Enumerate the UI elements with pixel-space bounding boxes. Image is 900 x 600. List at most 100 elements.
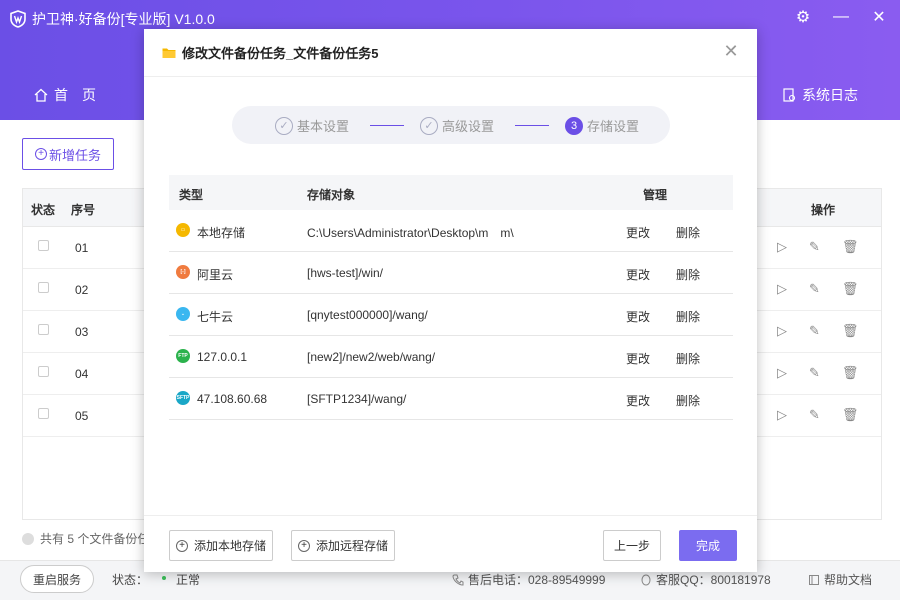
row-checkbox[interactable] xyxy=(38,324,49,335)
storage-row: ⌄ 七牛云 [qnytest000000]/wang/更改 删除 xyxy=(169,294,733,336)
row-ops: ▷ ✎ 🗑 xyxy=(777,407,858,423)
storage-type: 127.0.0.1 xyxy=(197,350,248,364)
edit-icon[interactable]: ✎ xyxy=(809,239,820,255)
plus-circle-icon: + xyxy=(297,539,310,552)
book-icon xyxy=(809,574,819,585)
trash-icon[interactable]: 🗑 xyxy=(842,239,859,255)
storage-type: 阿里云 xyxy=(197,268,234,282)
play-icon[interactable]: ▷ xyxy=(777,365,787,381)
dialog-title: 修改文件备份任务_文件备份任务5 xyxy=(182,46,379,61)
step-connector xyxy=(515,125,549,126)
edit-icon[interactable]: ✎ xyxy=(809,281,820,297)
dialog-header: 修改文件备份任务_文件备份任务5 ✕ xyxy=(144,29,757,77)
dialog-footer: + 添加本地存储 + 添加远程存储 上一步 完成 xyxy=(144,515,757,572)
row-index: 03 xyxy=(75,325,89,339)
col-ops: 操作 xyxy=(811,203,836,217)
row-ops: ▷ ✎ 🗑 xyxy=(777,281,858,297)
edit-icon[interactable]: ✎ xyxy=(809,323,820,339)
step-basic: ✓ 基本设置 xyxy=(275,116,349,135)
col-index: 序号 xyxy=(71,203,96,217)
nav-home-label: 首 页 xyxy=(54,87,96,103)
delete-storage-link[interactable]: 删除 xyxy=(676,392,700,409)
edit-icon[interactable]: ✎ xyxy=(809,365,820,381)
play-icon[interactable]: ▷ xyxy=(777,323,787,339)
row-checkbox[interactable] xyxy=(38,366,49,377)
trash-icon[interactable]: 🗑 xyxy=(842,281,859,297)
delete-storage-link[interactable]: 删除 xyxy=(676,224,700,241)
step-indicator: ✓ 基本设置 ✓ 高级设置 3 存储设置 xyxy=(232,106,670,144)
row-index: 01 xyxy=(75,241,89,255)
row-index: 02 xyxy=(75,283,89,297)
add-task-button[interactable]: + 新增任务 xyxy=(22,138,114,170)
restart-service-button[interactable]: 重启服务 xyxy=(20,565,94,593)
storage-target: [hws-test]/win/ xyxy=(307,266,384,280)
storage-target: C:\Users\Administrator\Desktop\m m\ xyxy=(307,226,514,240)
qiniu-icon: ⌄ xyxy=(176,307,190,321)
step-advanced: ✓ 高级设置 xyxy=(420,116,494,135)
storage-target: [qnytest000000]/wang/ xyxy=(307,308,428,322)
nav-logs-label: 系统日志 xyxy=(802,87,858,103)
window-controls: ⚙ — ✕ xyxy=(792,6,890,28)
support-qq: 客服QQ：800181978 xyxy=(640,571,771,588)
edit-storage-link[interactable]: 更改 xyxy=(626,350,650,367)
step-number-icon: 3 xyxy=(565,116,583,135)
storage-target: [new2]/new2/web/wang/ xyxy=(307,350,436,364)
storage-row: FTP 127.0.0.1 [new2]/new2/web/wang/更改 删除 xyxy=(169,336,733,378)
row-checkbox[interactable] xyxy=(38,282,49,293)
edit-storage-link[interactable]: 更改 xyxy=(626,266,650,283)
play-icon[interactable]: ▷ xyxy=(777,239,787,255)
prev-step-button[interactable]: 上一步 xyxy=(603,530,661,561)
close-window-icon[interactable]: ✕ xyxy=(868,6,890,28)
nav-home[interactable]: 首 页 xyxy=(34,85,96,105)
finish-button[interactable]: 完成 xyxy=(679,530,737,561)
sftp-icon: SFTP xyxy=(176,391,190,405)
storage-type: 本地存储 xyxy=(197,226,246,240)
title-bar: 护卫神·好备份[专业版] V1.0.0 xyxy=(10,9,215,29)
local-storage-icon: ▭ xyxy=(176,223,190,237)
delete-storage-link[interactable]: 删除 xyxy=(676,350,700,367)
plus-circle-icon: + xyxy=(34,148,47,160)
delete-storage-link[interactable]: 删除 xyxy=(676,308,700,325)
edit-icon[interactable]: ✎ xyxy=(809,407,820,423)
storage-table: 类型 存储对象 管理 ▭ 本地存储 C:\Users\Administrator\D… xyxy=(169,175,733,420)
play-icon[interactable]: ▷ xyxy=(777,407,787,423)
play-icon[interactable]: ▷ xyxy=(777,281,787,297)
app-title: 护卫神·好备份[专业版] V1.0.0 xyxy=(32,11,215,27)
edit-storage-link[interactable]: 更改 xyxy=(626,392,650,409)
trash-icon[interactable]: 🗑 xyxy=(842,365,859,381)
storage-row: ▭ 本地存储 C:\Users\Administrator\Desktop\m m\… xyxy=(169,210,733,252)
step-storage: 3 存储设置 xyxy=(565,116,639,135)
trash-icon[interactable]: 🗑 xyxy=(842,323,859,339)
step-connector xyxy=(370,125,404,126)
nav-logs[interactable]: 系统日志 xyxy=(782,85,858,105)
plus-circle-icon: + xyxy=(175,539,188,552)
col-manage: 管理 xyxy=(643,188,668,202)
dialog-close-icon[interactable]: ✕ xyxy=(723,42,739,60)
settings-icon[interactable]: ⚙ xyxy=(792,6,814,28)
row-ops: ▷ ✎ 🗑 xyxy=(777,323,858,339)
edit-storage-link[interactable]: 更改 xyxy=(626,308,650,325)
storage-type: 47.108.60.68 xyxy=(197,392,268,406)
aliyun-icon: [-] xyxy=(176,265,190,279)
add-local-storage-button[interactable]: + 添加本地存储 xyxy=(169,530,273,561)
info-icon xyxy=(22,532,34,545)
trash-icon[interactable]: 🗑 xyxy=(842,407,859,423)
row-ops: ▷ ✎ 🗑 xyxy=(777,365,858,381)
folder-icon xyxy=(162,48,176,58)
add-remote-storage-button[interactable]: + 添加远程存储 xyxy=(291,530,395,561)
minimize-icon[interactable]: — xyxy=(830,6,852,28)
help-docs-link[interactable]: 帮助文档 xyxy=(808,571,872,588)
row-checkbox[interactable] xyxy=(38,408,49,419)
col-status: 状态 xyxy=(31,203,56,217)
check-circle-icon: ✓ xyxy=(275,116,293,135)
check-circle-icon: ✓ xyxy=(420,116,438,135)
storage-row: SFTP 47.108.60.68 [SFTP1234]/wang/更改 删除 xyxy=(169,378,733,420)
storage-type: 七牛云 xyxy=(197,310,234,324)
col-target: 存储对象 xyxy=(307,188,356,202)
row-checkbox[interactable] xyxy=(38,240,49,251)
edit-task-dialog: 修改文件备份任务_文件备份任务5 ✕ ✓ 基本设置 ✓ 高级设置 3 存储设置 … xyxy=(144,29,757,572)
storage-target: [SFTP1234]/wang/ xyxy=(307,392,407,406)
col-type: 类型 xyxy=(179,188,204,202)
edit-storage-link[interactable]: 更改 xyxy=(626,224,650,241)
delete-storage-link[interactable]: 删除 xyxy=(676,266,700,283)
